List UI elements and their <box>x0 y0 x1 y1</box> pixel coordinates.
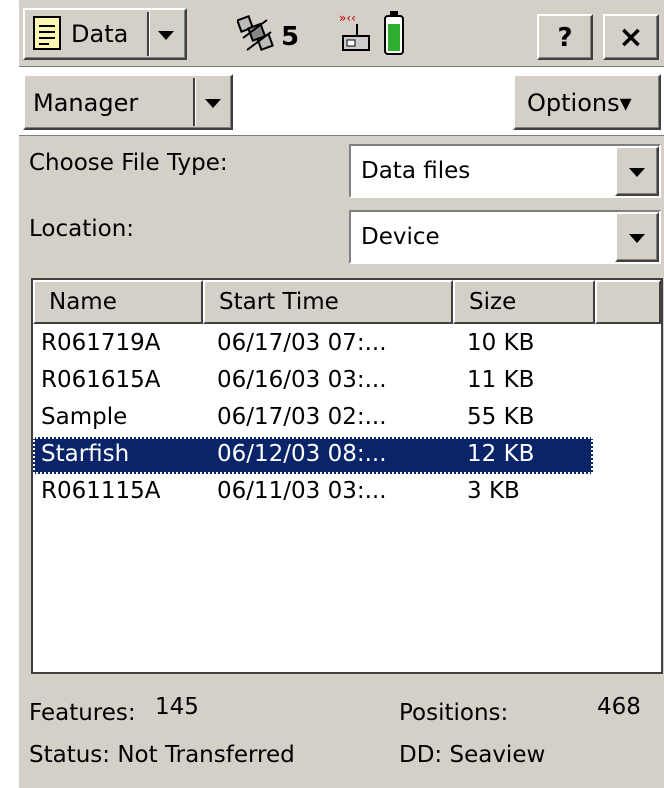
size-cell: 3 KB <box>467 478 520 504</box>
column-header-start-time[interactable]: Start Time <box>203 280 453 324</box>
close-icon: × <box>618 20 644 55</box>
name-cell: R061719A <box>41 330 161 356</box>
help-button[interactable]: ? <box>537 14 593 60</box>
location-label: Location: <box>29 216 135 242</box>
start-time-cell: 06/17/03 02:... <box>217 404 387 430</box>
satellite-icon <box>236 12 277 60</box>
help-label: ? <box>557 23 573 53</box>
file-row[interactable]: R061615A 06/16/03 03:... 11 KB <box>33 363 593 400</box>
document-icon <box>33 16 61 54</box>
start-time-cell: 06/12/03 08:... <box>217 441 387 467</box>
app-menu-button[interactable]: Data <box>23 8 187 60</box>
dd-text: DD: Seaview <box>399 742 546 768</box>
battery-icon <box>383 10 405 60</box>
file-type-value: Data files <box>361 158 471 184</box>
app-window: Data 5 »‹‹ ? × Manager Options▾ Choose F… <box>19 0 664 788</box>
chevron-down-icon <box>629 234 645 243</box>
file-list[interactable]: Name Start Time Size R061719A 06/17/03 07… <box>31 278 663 674</box>
file-row[interactable]: R061719A 06/17/03 07:... 10 KB <box>33 326 593 363</box>
status-text: Status: Not Transferred <box>29 742 295 768</box>
options-menu-label: Options▾ <box>527 89 632 117</box>
location-dropdown-button[interactable] <box>615 212 659 262</box>
section-menu-label: Manager <box>33 89 139 117</box>
chevron-down-icon <box>205 99 221 108</box>
start-time-cell: 06/11/03 03:... <box>217 478 387 504</box>
size-cell: 12 KB <box>467 441 535 467</box>
file-row[interactable]: R061115A 06/11/03 03:... 3 KB <box>33 474 593 511</box>
name-cell: R061615A <box>41 367 161 393</box>
size-cell: 10 KB <box>467 330 535 356</box>
options-menu-button[interactable]: Options▾ <box>513 74 661 130</box>
name-cell: R061115A <box>41 478 161 504</box>
name-cell: Starfish <box>41 441 130 467</box>
file-row[interactable]: Sample 06/17/03 02:... 55 KB <box>33 400 593 437</box>
column-header-size[interactable]: Size <box>453 280 595 324</box>
start-time-cell: 06/17/03 07:... <box>217 330 387 356</box>
menu-separator <box>147 12 149 56</box>
chevron-down-icon <box>158 31 174 40</box>
positions-value: 468 <box>597 694 641 720</box>
satellite-count: 5 <box>281 22 300 52</box>
file-type-label: Choose File Type: <box>29 150 228 176</box>
start-time-cell: 06/16/03 03:... <box>217 367 387 393</box>
close-button[interactable]: × <box>603 14 659 60</box>
gps-receiver-icon: »‹‹ <box>337 10 377 60</box>
file-type-select[interactable]: Data files <box>349 144 661 198</box>
chevron-down-icon <box>629 168 645 177</box>
file-list-rows: R061719A 06/17/03 07:... 10 KB R061615A 06/1… <box>33 326 661 666</box>
menu-separator <box>193 78 195 126</box>
location-select[interactable]: Device <box>349 210 661 264</box>
file-type-dropdown-button[interactable] <box>615 146 659 196</box>
section-menu-button[interactable]: Manager <box>23 74 233 130</box>
features-value: 145 <box>155 694 199 720</box>
size-cell: 55 KB <box>467 404 535 430</box>
positions-label: Positions: <box>399 700 509 726</box>
svg-text:»‹‹: »‹‹ <box>339 11 356 25</box>
size-cell: 11 KB <box>467 367 535 393</box>
file-row[interactable]: Starfish 06/12/03 08:... 12 KB <box>33 437 593 474</box>
column-header-name[interactable]: Name <box>33 280 203 324</box>
name-cell: Sample <box>41 404 128 430</box>
features-label: Features: <box>29 700 136 726</box>
location-value: Device <box>361 224 440 250</box>
app-menu-label: Data <box>71 20 129 48</box>
column-header-extra[interactable] <box>595 280 661 324</box>
